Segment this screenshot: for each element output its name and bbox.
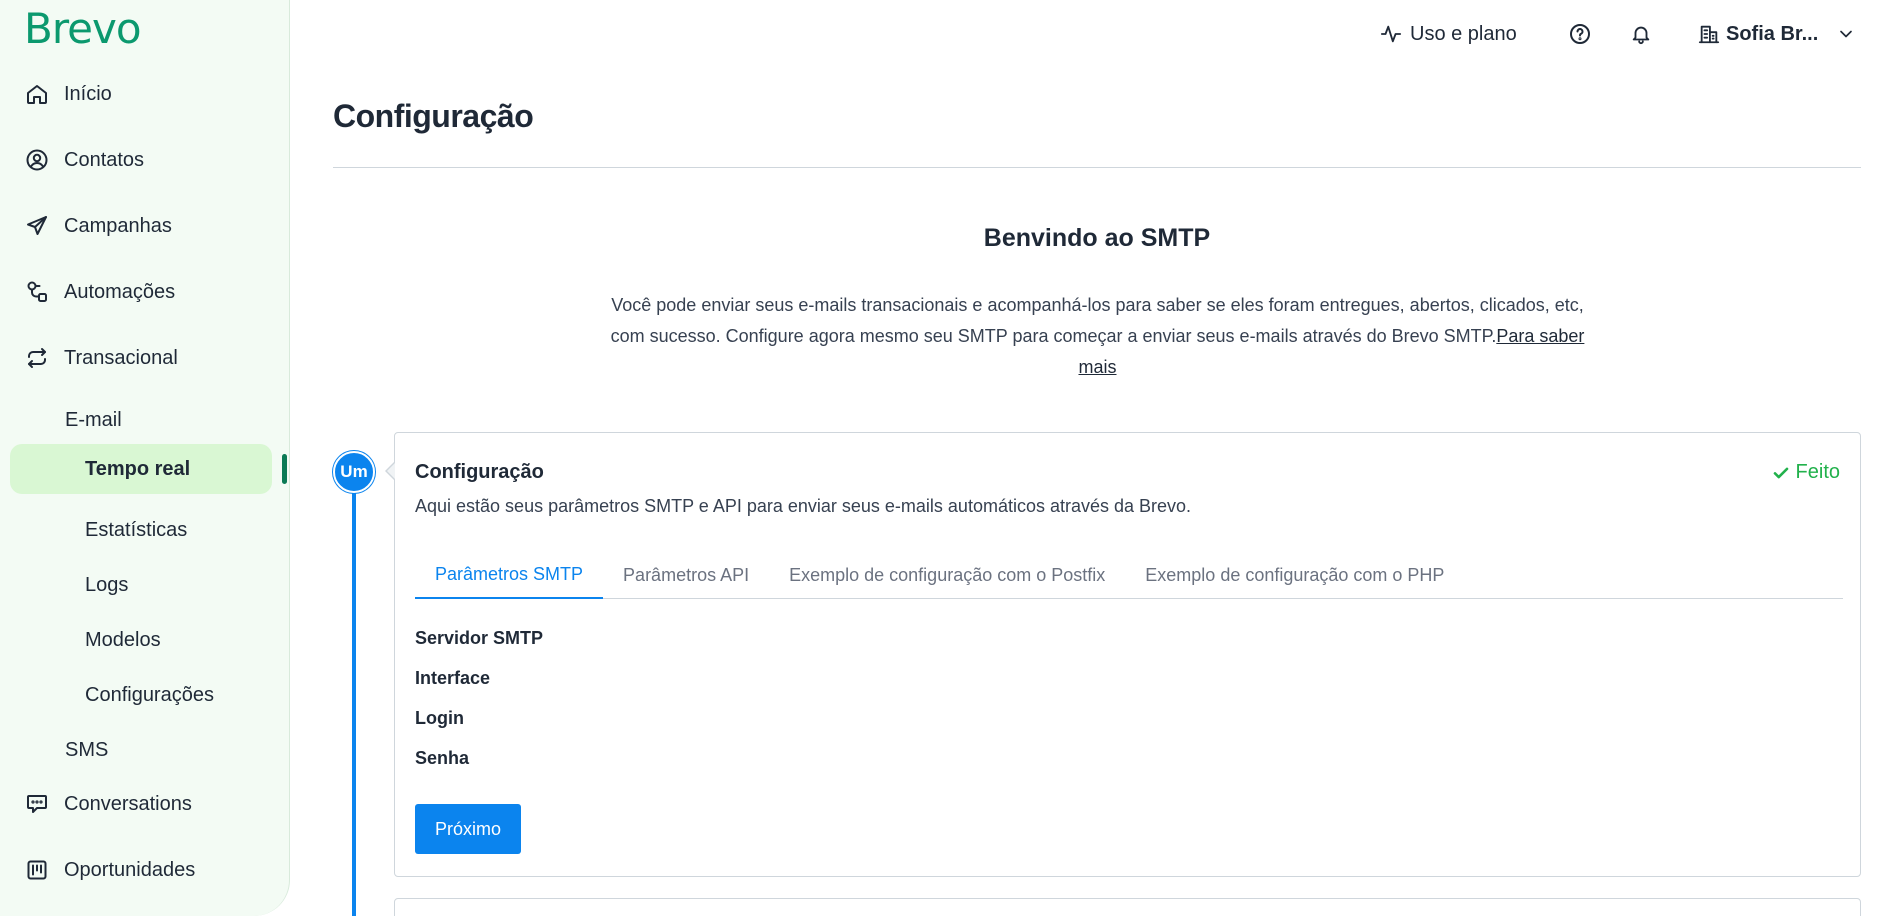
automation-icon [24,279,50,305]
chevron-down-icon [1840,30,1853,38]
tab-php-example[interactable]: Exemplo de configuração com o PHP [1125,551,1464,599]
send-icon [24,213,50,239]
step-timeline [352,490,356,916]
tab-smtp-params[interactable]: Parâmetros SMTP [415,551,604,599]
welcome-text: Você pode enviar seus e-mails transacion… [600,290,1595,383]
brevo-logo[interactable]: Brevo [24,4,142,53]
sidebar-item-label: Contatos [64,148,145,171]
field-password: Senha [415,748,470,768]
sidebar-item-configuracoes[interactable]: Configurações [85,677,214,713]
home-icon [24,81,50,107]
account-menu[interactable]: Sofia Br... [1698,18,1856,50]
chat-icon [24,791,50,817]
sidebar-item-label: Transacional [64,346,178,369]
sidebar-item-label: Início [64,82,112,105]
contacts-icon [24,147,50,173]
bell-icon [1632,26,1650,45]
sidebar: Brevo Início Contatos Campanhas Automaçõ… [0,0,290,916]
active-indicator [282,454,287,484]
sidebar-item-tempo-real[interactable]: Tempo real [10,444,272,494]
sidebar-item-sms[interactable]: SMS [65,732,108,768]
kanban-icon [24,857,50,883]
step-card: Configuração Feito Aqui estão seus parâm… [394,432,1861,877]
activity-icon [1380,25,1402,43]
sidebar-item-modelos[interactable]: Modelos [85,622,161,658]
building-icon [1698,25,1720,44]
next-step-card [394,898,1861,916]
notifications-button[interactable] [1630,18,1652,50]
card-pointer-fill [387,463,395,479]
sidebar-item-estatisticas[interactable]: Estatísticas [85,512,187,548]
sidebar-item-logs[interactable]: Logs [85,567,128,603]
sidebar-item-inicio[interactable]: Início [24,74,112,114]
next-button[interactable]: Próximo [415,804,521,854]
tab-postfix-example[interactable]: Exemplo de configuração com o Postfix [769,551,1125,599]
tab-api-params[interactable]: Parâmetros API [603,551,769,599]
welcome-title: Benvindo ao SMTP [983,224,1211,252]
sidebar-item-contatos[interactable]: Contatos [24,140,144,180]
sidebar-item-conversations[interactable]: Conversations [24,784,192,824]
step-status: Feito [1772,461,1840,484]
help-button[interactable] [1568,18,1592,50]
welcome-description: Você pode enviar seus e-mails transacion… [610,295,1584,346]
field-login: Login [415,708,464,728]
step-title: Configuração [415,461,544,483]
divider [333,167,1861,168]
step-description: Aqui estão seus parâmetros SMTP e API pa… [415,496,1192,516]
sidebar-item-label: Automações [64,280,176,303]
sidebar-item-label: Oportunidades [64,858,196,881]
sidebar-item-oportunidades[interactable]: Oportunidades [24,850,195,890]
sidebar-item-automacoes[interactable]: Automações [24,272,175,312]
sidebar-item-email[interactable]: E-mail [65,402,122,438]
field-interface: Interface [415,668,491,688]
usage-plan-button[interactable]: Uso e plano [1380,18,1517,50]
sidebar-item-transacional[interactable]: Transacional [24,338,178,378]
transactional-icon [24,345,50,371]
user-name: Sofia Br... [1726,22,1819,45]
check-icon [1773,467,1788,478]
usage-plan-label: Uso e plano [1410,22,1517,45]
page-title: Configuração [333,98,534,134]
status-label: Feito [1795,461,1840,483]
sidebar-item-label: Conversations [64,792,192,815]
field-smtp-server: Servidor SMTP [415,628,544,648]
step-tabs: Parâmetros SMTP Parâmetros API Exemplo d… [415,551,1843,599]
step-badge: Um [333,451,375,493]
help-icon [1570,24,1590,44]
sidebar-item-label: Campanhas [64,214,172,237]
sidebar-item-campanhas[interactable]: Campanhas [24,206,172,246]
